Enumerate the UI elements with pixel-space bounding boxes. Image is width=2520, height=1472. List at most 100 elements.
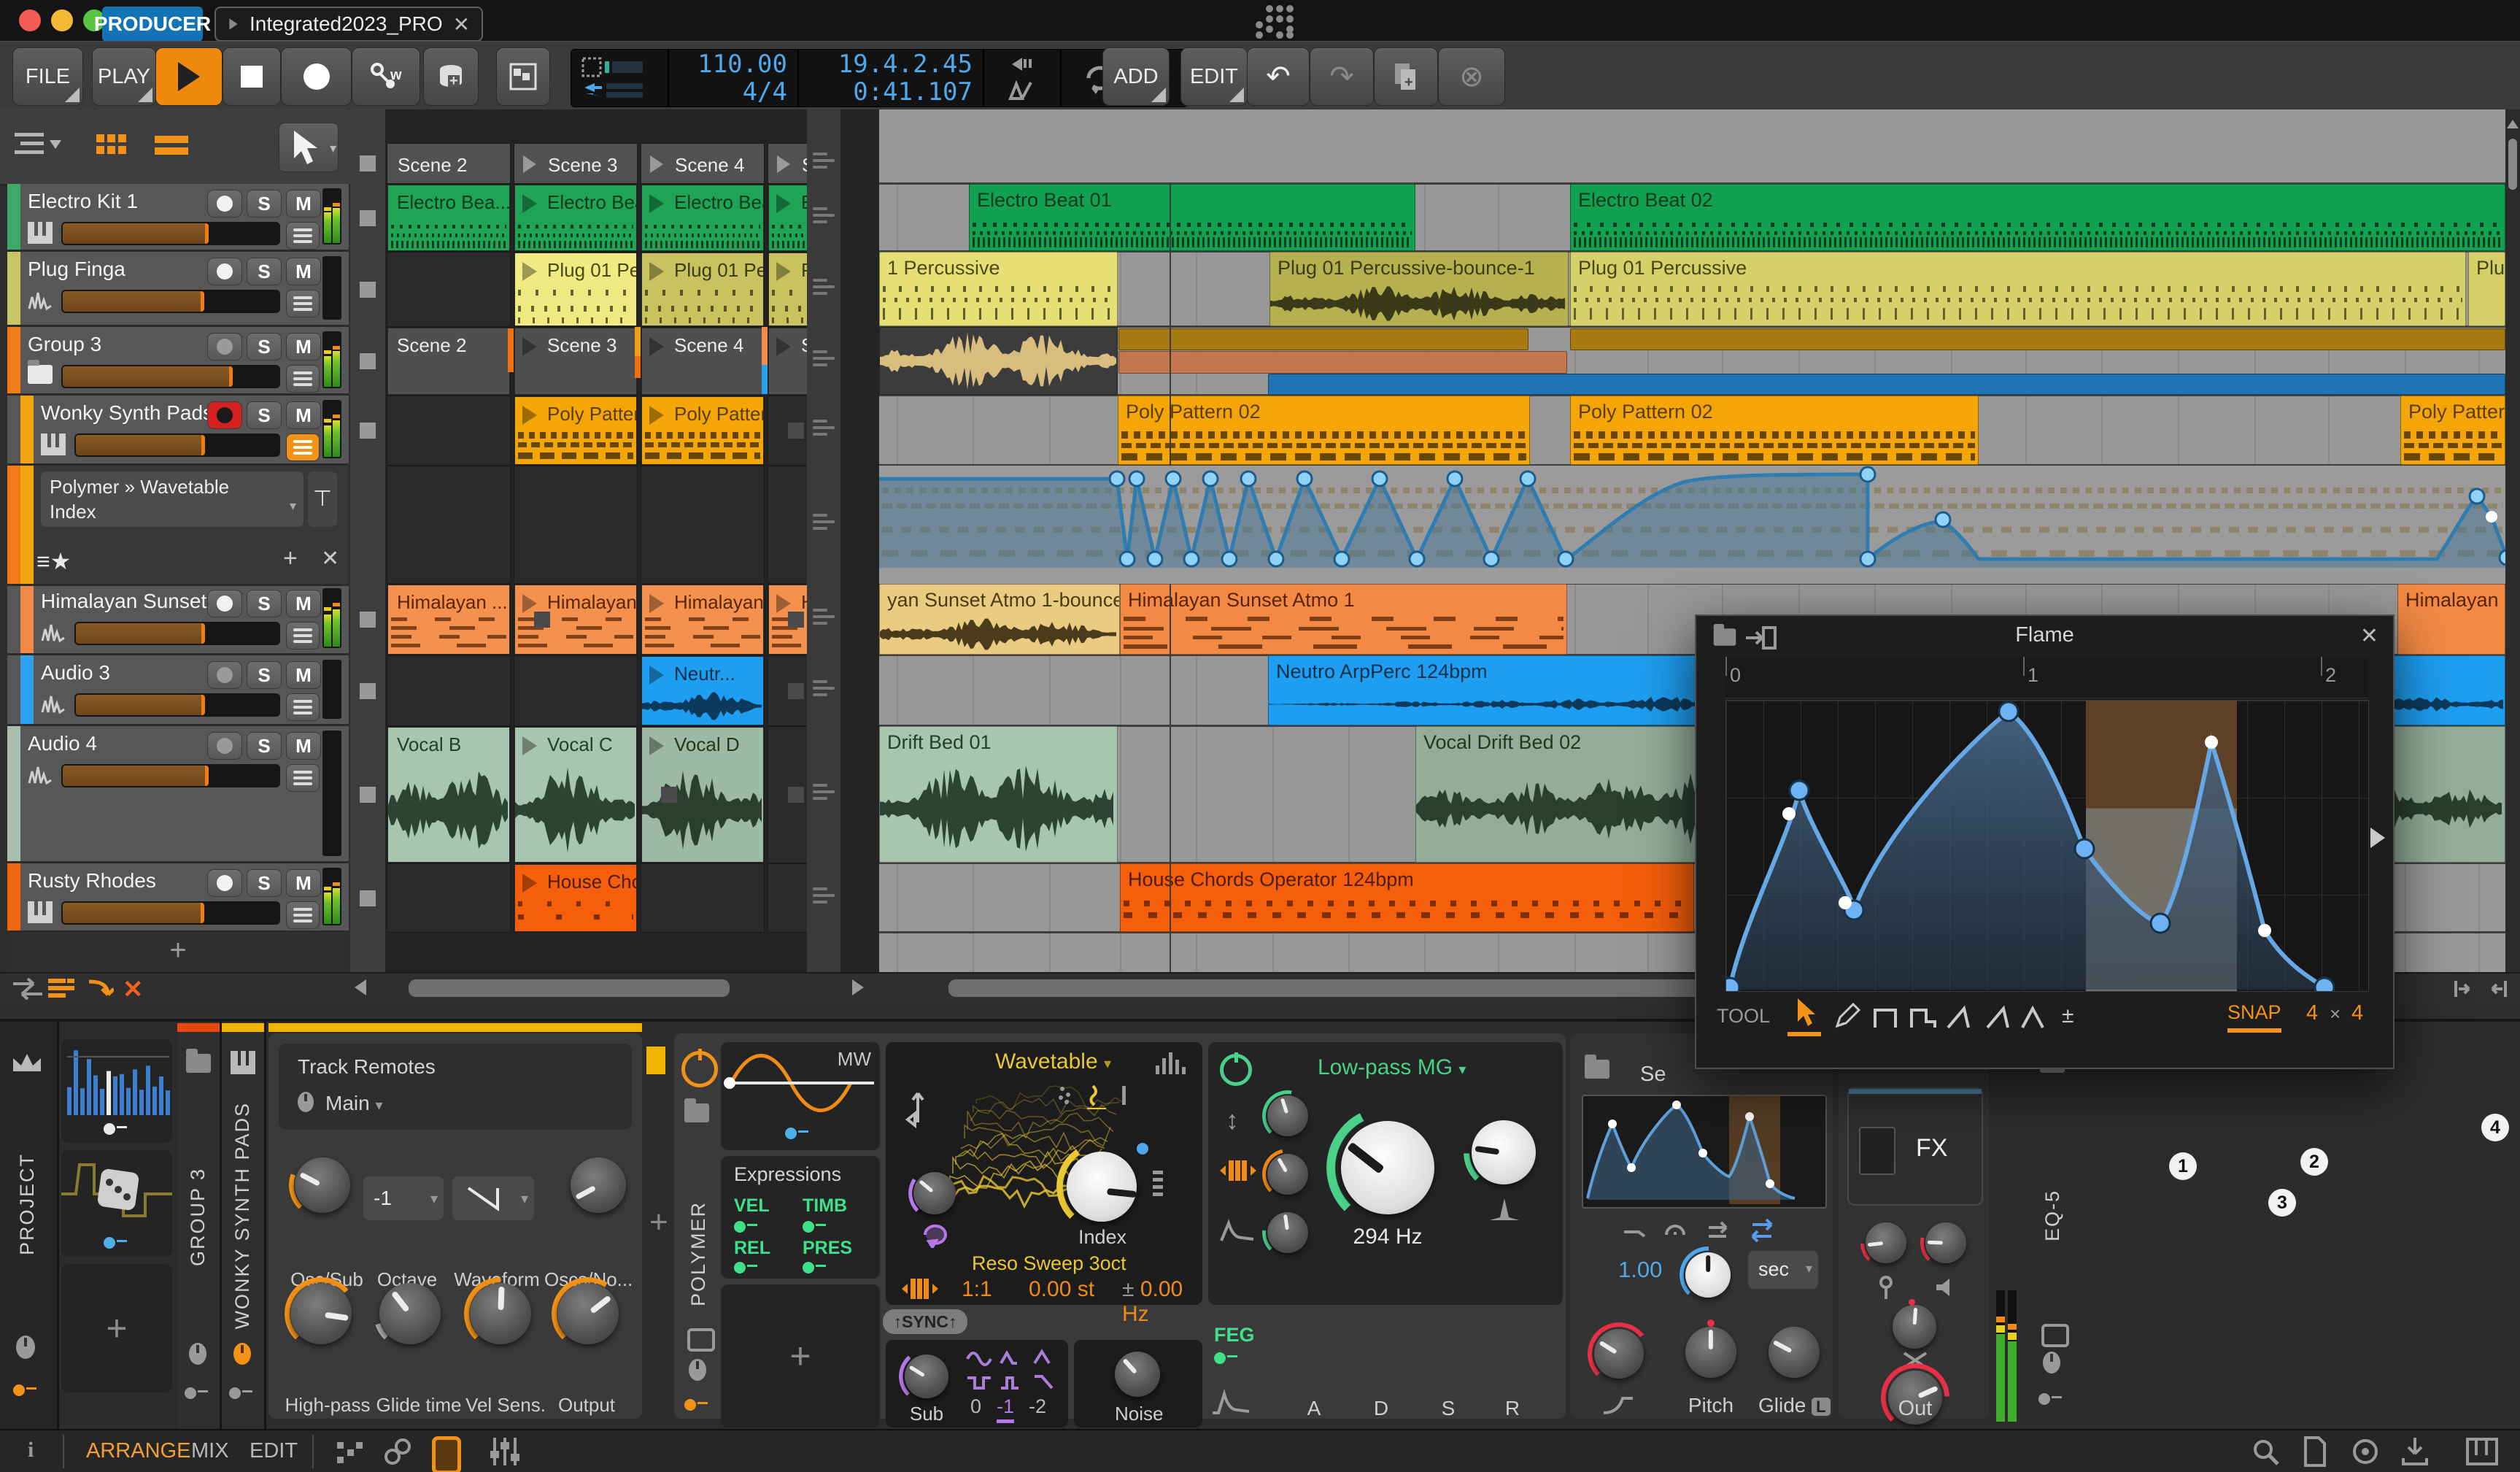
add-track-button-row[interactable]: +: [7, 933, 349, 971]
remote-knob[interactable]: [379, 1283, 441, 1344]
scene-alt-launch-icon[interactable]: [813, 605, 835, 628]
launcher-clip[interactable]: Vocal B: [388, 728, 509, 862]
resonance-knob[interactable]: [1472, 1120, 1536, 1184]
cycle-icon[interactable]: [921, 1222, 953, 1248]
sync-badge[interactable]: ↑ SYNC ↑: [883, 1309, 967, 1334]
mute-button[interactable]: M: [286, 732, 321, 760]
flame-envelope-editor[interactable]: [1725, 700, 2369, 992]
minimize-window-button[interactable]: [51, 9, 73, 31]
flame-ruler[interactable]: 0 1 2: [1725, 657, 2368, 698]
polymer-io-icon[interactable]: [684, 1398, 714, 1411]
flame-step-tool-icon[interactable]: [1907, 1000, 1939, 1032]
clip-stop-button[interactable]: [360, 682, 376, 699]
automation-lane-header[interactable]: Polymer » Wavetable Index ▾ ⊤ ≡★ + ✕: [7, 466, 349, 586]
mute-button[interactable]: M: [286, 590, 321, 617]
undo-button[interactable]: ↶: [1247, 47, 1310, 106]
group-scene-cell[interactable]: Scene 3: [515, 328, 636, 394]
group-scene-cell[interactable]: Scene 4: [642, 328, 763, 394]
device-panel-toggle[interactable]: [432, 1436, 461, 1472]
scene-header[interactable]: Scene 4: [641, 143, 765, 184]
dashboard-button[interactable]: [496, 47, 550, 106]
add-device-plus[interactable]: +: [649, 1204, 668, 1241]
clip-stop-button[interactable]: [360, 787, 376, 803]
segments-rate-knob[interactable]: [1685, 1252, 1731, 1298]
automation-lane-editor[interactable]: [879, 466, 2505, 584]
track-list-menu-icon[interactable]: [15, 130, 63, 163]
filter-power-button[interactable]: [1220, 1052, 1252, 1086]
project-device-thumbnail-2[interactable]: [61, 1150, 172, 1257]
clip-percussive-main[interactable]: Plug 01 Percussive: [1570, 252, 2466, 326]
launcher-scroll-right-icon[interactable]: [852, 979, 864, 995]
clip-percussive-left[interactable]: 1 Percussive: [879, 252, 1118, 326]
edit-view-tab[interactable]: EDIT: [250, 1439, 298, 1463]
eq-band-handle[interactable]: 1: [2169, 1152, 2197, 1180]
clip-stop-button[interactable]: [360, 612, 376, 628]
scrollbar-thumb[interactable]: [2508, 139, 2517, 190]
solo-button[interactable]: S: [247, 401, 282, 429]
wonky-knob-icon[interactable]: [233, 1343, 251, 1365]
record-arm-button[interactable]: [207, 401, 242, 429]
volume-fader[interactable]: [61, 290, 280, 313]
lanes-view-icon[interactable]: [155, 131, 190, 161]
mute-button[interactable]: M: [286, 869, 321, 897]
solo-button[interactable]: S: [247, 258, 282, 285]
keyboard-panel-icon[interactable]: [2466, 1436, 2498, 1467]
clip-stop-button[interactable]: [360, 423, 376, 439]
filter-env2-knob[interactable]: [1267, 1212, 1308, 1253]
launcher-clip[interactable]: Poly Patter...: [642, 397, 763, 464]
clip-poly-pattern[interactable]: Poly Pattern 02: [2400, 396, 2505, 465]
group-lane-strip[interactable]: [1118, 328, 1528, 350]
volume-fader[interactable]: [74, 693, 280, 717]
eq5-knob-icon[interactable]: [2043, 1352, 2060, 1373]
filter-env-amount-knob[interactable]: [1267, 1095, 1308, 1136]
cutoff-knob[interactable]: [1341, 1121, 1434, 1214]
empty-clip-slot[interactable]: [514, 466, 638, 584]
launcher-clip[interactable]: Poly Patter...: [515, 397, 636, 464]
group-lane-strip[interactable]: [1268, 374, 2505, 395]
file-menu-button[interactable]: FILE: [12, 47, 83, 106]
wonky-device-strip[interactable]: WONKY SYNTH PADS: [222, 1022, 266, 1432]
search-icon[interactable]: [2252, 1438, 2281, 1467]
launcher-clip[interactable]: Himalayan ...: [642, 585, 763, 654]
mute-button[interactable]: M: [286, 333, 321, 361]
remote-knob[interactable]: [557, 1283, 619, 1344]
launcher-clip[interactable]: Himalayan ...: [388, 585, 509, 654]
flame-play-icon[interactable]: [2370, 828, 2385, 848]
clip-drift-bed[interactable]: Drift Bed 01: [879, 726, 1118, 863]
polymer-preset-folder-icon[interactable]: [684, 1098, 709, 1122]
segment-mode-icons[interactable]: [1621, 1216, 1796, 1242]
fx-key-knob[interactable]: [1866, 1222, 1906, 1263]
project-add-device-tile[interactable]: +: [61, 1264, 172, 1392]
sub-octave-minus1[interactable]: -1: [997, 1395, 1015, 1423]
eq5-io-icon[interactable]: [2038, 1392, 2068, 1406]
clip-house-chords[interactable]: House Chords Operator 124bpm: [1120, 863, 1694, 932]
record-arm-button[interactable]: [207, 732, 242, 760]
track-header[interactable]: Rusty Rhodes S M: [7, 863, 349, 933]
vertical-scrollbar[interactable]: [2505, 109, 2520, 972]
flame-grid-b[interactable]: 4: [2351, 1001, 2363, 1025]
wavetable-title[interactable]: Wavetable ▾: [995, 1049, 1111, 1074]
launcher-clip[interactable]: House Cho...: [515, 865, 636, 931]
polymer-add-modulator-tile[interactable]: +: [721, 1284, 880, 1427]
eq-band-handle[interactable]: 4: [2481, 1114, 2509, 1141]
track-menu-button[interactable]: [286, 901, 320, 929]
flame-ramp-down-tool-icon[interactable]: [1980, 1000, 2012, 1032]
scene-alt-launch-icon[interactable]: [813, 275, 835, 298]
flame-plugin-window[interactable]: Flame ✕ 0 1 2 TOOL ± SNAP 4 × 4: [1695, 614, 2395, 1069]
wt-ratio[interactable]: 1:1: [962, 1277, 992, 1302]
project-tab[interactable]: Integrated2023_PRO ✕: [214, 7, 484, 42]
flame-square-tool-icon[interactable]: [1871, 1000, 1903, 1032]
clip-himalayan-main[interactable]: Himalayan Sunset Atmo 1: [1120, 584, 1567, 655]
clip-stop-button[interactable]: [360, 890, 376, 906]
scene-alt-launch-icon[interactable]: [813, 884, 835, 907]
redo-button[interactable]: ↷: [1310, 47, 1374, 106]
play-menu-button[interactable]: PLAY: [92, 47, 156, 106]
track-header[interactable]: Himalayan Sunset S M: [7, 584, 349, 655]
record-arm-button[interactable]: [207, 190, 242, 217]
track-header[interactable]: Wonky Synth Pads S M: [7, 396, 349, 466]
close-window-button[interactable]: [19, 9, 41, 31]
volume-fader[interactable]: [61, 365, 280, 388]
track-menu-button[interactable]: [286, 433, 320, 461]
bend-knob[interactable]: [1594, 1329, 1644, 1379]
segments-thumbnail[interactable]: [1583, 1096, 1825, 1207]
